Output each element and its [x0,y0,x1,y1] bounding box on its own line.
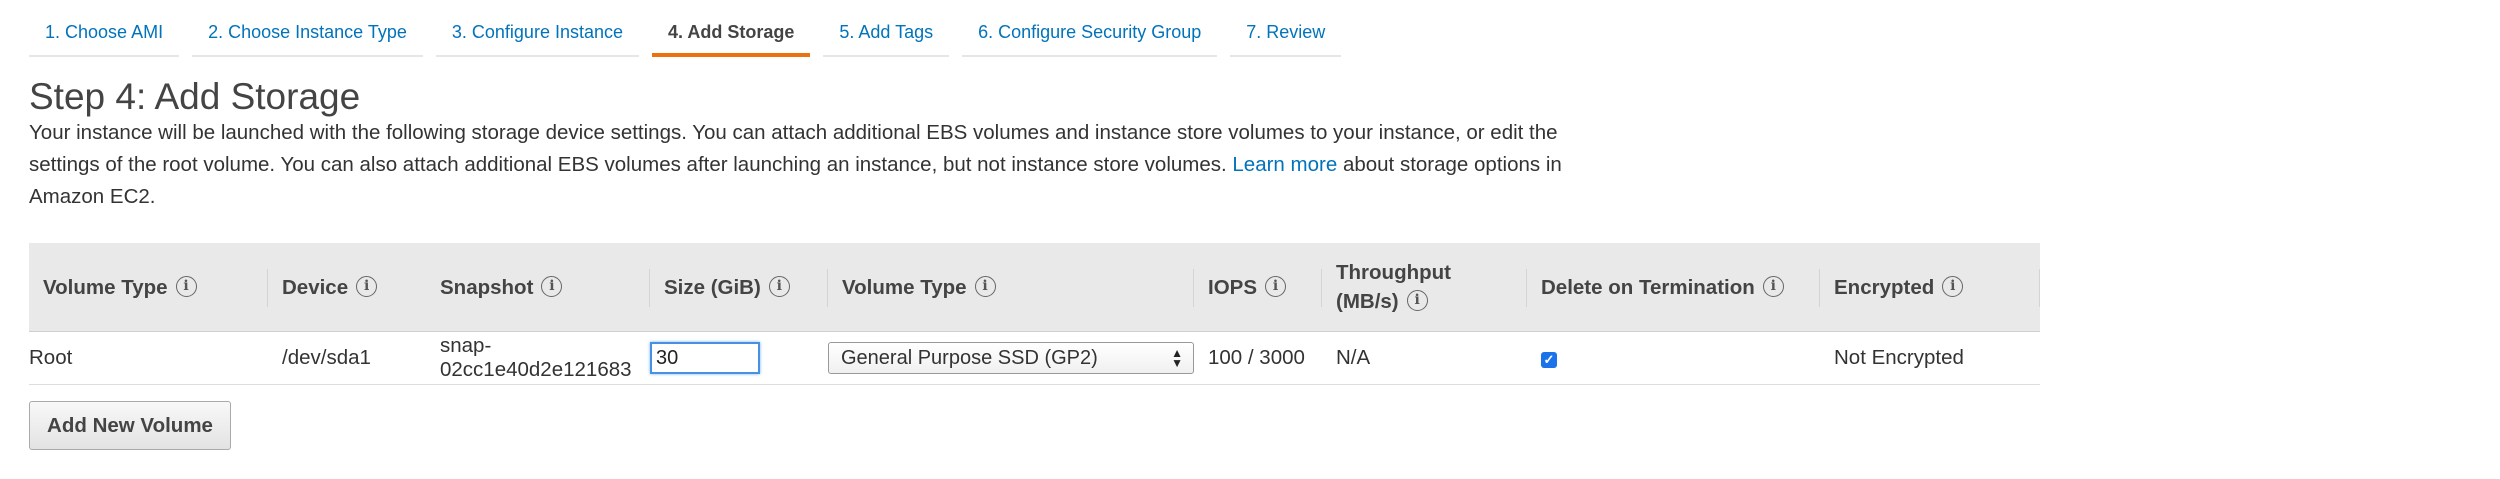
select-arrows-icon: ▲ ▼ [1171,346,1183,370]
info-icon[interactable]: i [175,275,197,297]
checkmark-icon: ✓ [1543,352,1555,367]
col-header-device: Device i [268,243,426,332]
cell-size [650,331,828,385]
info-icon[interactable]: i [1265,275,1286,297]
size-input[interactable] [650,342,760,374]
cell-snapshot: snap- 02cc1e40d2e121683 [426,331,650,385]
add-new-volume-button[interactable]: Add New Volume [29,401,231,450]
cell-iops: 100 / 3000 [1194,331,1322,385]
col-header-ebs-volume-type: Volume Type i [828,243,1194,332]
tab-choose-instance-type[interactable]: 2. Choose Instance Type [192,0,423,57]
table-header-row: Volume Type i Device i Snapshot i Size (GiB… [29,243,2040,332]
info-icon[interactable]: i [1942,275,1964,297]
cell-volume-type: Root [29,331,268,385]
col-header-throughput: Throughput (MB/s) i [1322,243,1527,332]
page-description: Your instance will be launched with the … [29,117,1589,213]
info-icon[interactable]: i [541,275,563,297]
col-header-encrypted: Encrypted i [1820,243,2040,332]
page-title: Step 4: Add Storage [29,76,361,117]
learn-more-link[interactable]: Learn more [1232,153,1337,176]
info-icon[interactable]: i [356,275,378,297]
volume-type-selected: General Purpose SSD (GP2) [841,347,1098,369]
tab-configure-security-group[interactable]: 6. Configure Security Group [962,0,1218,57]
col-header-size: Size (GiB) i [650,243,828,332]
info-icon[interactable]: i [974,275,996,297]
col-header-snapshot: Snapshot i [426,243,650,332]
column-divider [2039,269,2040,307]
cell-encrypted: Not Encrypted [1820,331,2040,385]
info-icon[interactable]: i [768,275,790,297]
tab-choose-ami[interactable]: 1. Choose AMI [29,0,180,57]
table-row: Root /dev/sda1 snap- 02cc1e40d2e121683 G… [29,331,2040,385]
wizard-tabs: 1. Choose AMI 2. Choose Instance Type 3.… [29,0,1354,57]
volume-type-select[interactable]: General Purpose SSD (GP2) ▲ ▼ [828,342,1194,374]
cell-device: /dev/sda1 [268,331,426,385]
col-header-volume-type: Volume Type i [29,243,268,332]
info-icon[interactable]: i [1762,275,1784,297]
tab-configure-instance[interactable]: 3. Configure Instance [435,0,639,57]
col-header-delete-on-termination: Delete on Termination i [1527,243,1820,332]
cell-ebs-volume-type: General Purpose SSD (GP2) ▲ ▼ [828,331,1194,385]
tab-review[interactable]: 7. Review [1230,0,1342,57]
cell-throughput: N/A [1322,331,1527,385]
cell-delete-on-termination: ✓ [1527,331,1820,385]
tab-add-tags[interactable]: 5. Add Tags [823,0,950,57]
tab-add-storage[interactable]: 4. Add Storage [652,0,811,57]
info-icon[interactable]: i [1406,290,1428,312]
delete-on-termination-checkbox[interactable]: ✓ [1541,352,1557,368]
col-header-iops: IOPS i [1194,243,1322,332]
storage-table: Volume Type i Device i Snapshot i Size (GiB… [29,243,2040,385]
